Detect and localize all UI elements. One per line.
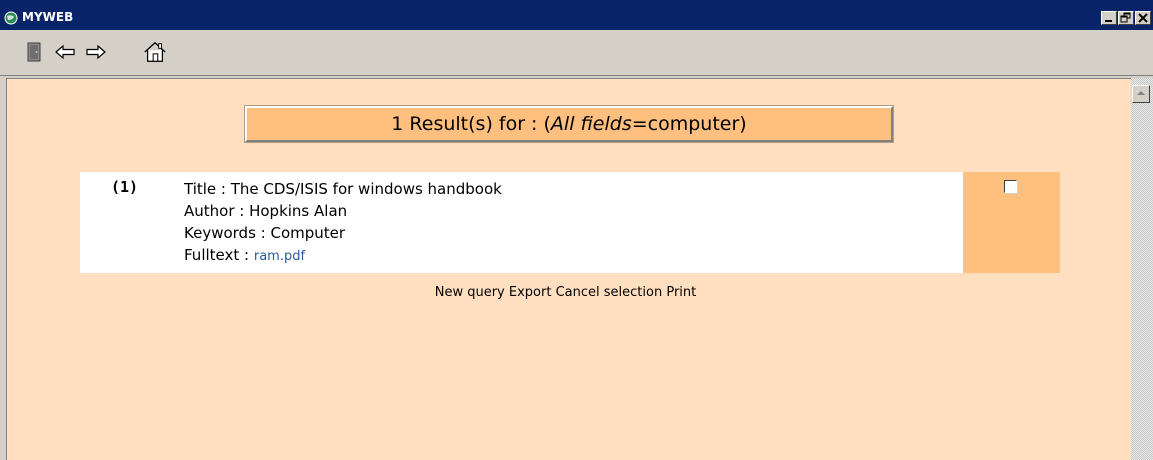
record-details: (1) Title : The CDS/ISIS for windows han… <box>80 172 963 273</box>
results-header: 1 Result(s) for : (All fields =computer) <box>244 105 894 143</box>
exit-button[interactable] <box>22 40 46 64</box>
title-bar[interactable]: MYWEB <box>0 0 1153 30</box>
back-button[interactable] <box>53 40 77 64</box>
record-keywords: Keywords : Computer <box>184 224 346 242</box>
results-count-text: 1 Result(s) for : ( <box>391 113 551 135</box>
new-query-link[interactable]: New query <box>435 285 505 300</box>
record-select-checkbox[interactable] <box>1004 180 1017 193</box>
export-link[interactable]: Export <box>509 285 552 300</box>
forward-button[interactable] <box>84 40 108 64</box>
record-fulltext: Fulltext : ram.pdf <box>184 244 502 268</box>
home-button[interactable] <box>143 40 167 64</box>
record-title: Title : The CDS/ISIS for windows handboo… <box>184 180 502 198</box>
minimize-icon <box>1105 20 1112 22</box>
vertical-scrollbar[interactable] <box>1131 78 1153 460</box>
restore-button[interactable] <box>1118 11 1134 25</box>
close-icon <box>1138 13 1148 23</box>
cancel-selection-link[interactable]: Cancel selection <box>556 285 663 300</box>
record-number: (1) <box>111 178 139 196</box>
record-fulltext-label: Fulltext : <box>184 246 254 264</box>
window-controls <box>1100 11 1151 25</box>
globe-icon <box>4 11 18 25</box>
exit-icon <box>27 42 41 62</box>
result-record: (1) Title : The CDS/ISIS for windows han… <box>80 172 1060 273</box>
print-link[interactable]: Print <box>666 285 696 300</box>
close-button[interactable] <box>1135 11 1151 25</box>
forward-arrow-icon <box>86 44 106 60</box>
scroll-up-button[interactable] <box>1132 85 1150 103</box>
home-icon <box>144 41 166 62</box>
results-page: 1 Result(s) for : (All fields =computer) … <box>6 78 1131 460</box>
record-author: Author : Hopkins Alan <box>184 202 348 220</box>
minimize-button[interactable] <box>1101 11 1117 25</box>
window-title: MYWEB <box>22 10 74 24</box>
fulltext-link[interactable]: ram.pdf <box>254 249 305 264</box>
app-window: MYWEB 1 Result(s) for: (All fields =co… <box>0 0 1153 460</box>
toolbar <box>0 30 1153 76</box>
results-query-text: =computer) <box>631 113 747 135</box>
back-arrow-icon <box>55 44 75 60</box>
restore-icon <box>1120 12 1131 23</box>
record-fields: Title : The CDS/ISIS for windows handboo… <box>184 178 502 268</box>
result-actions: New query Export Cancel selection Print <box>7 285 1124 300</box>
results-field-label: All fields <box>550 113 632 135</box>
